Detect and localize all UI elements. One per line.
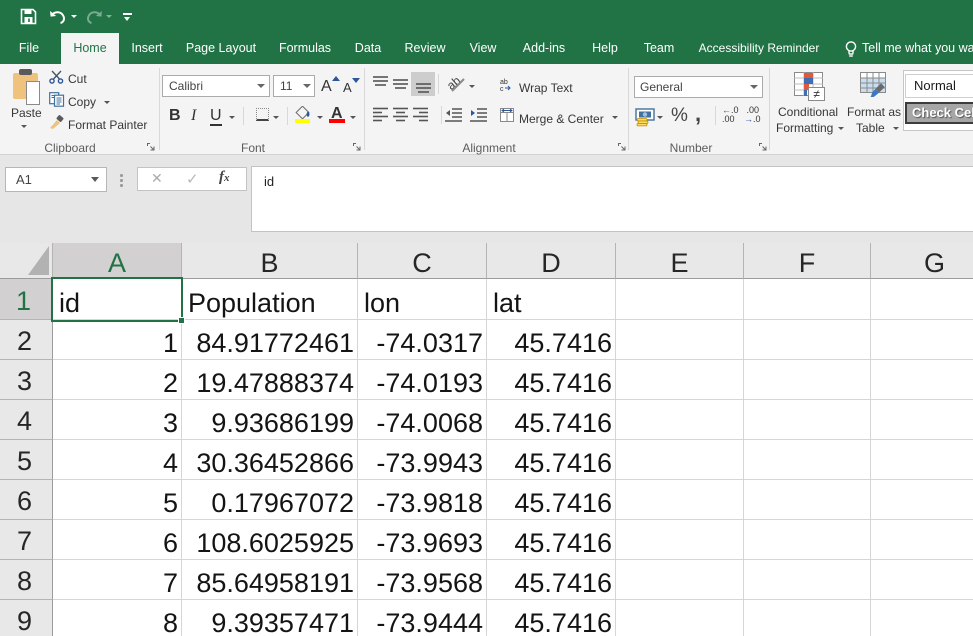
svg-text:ab: ab [500,79,508,86]
svg-text:c: c [500,86,504,92]
